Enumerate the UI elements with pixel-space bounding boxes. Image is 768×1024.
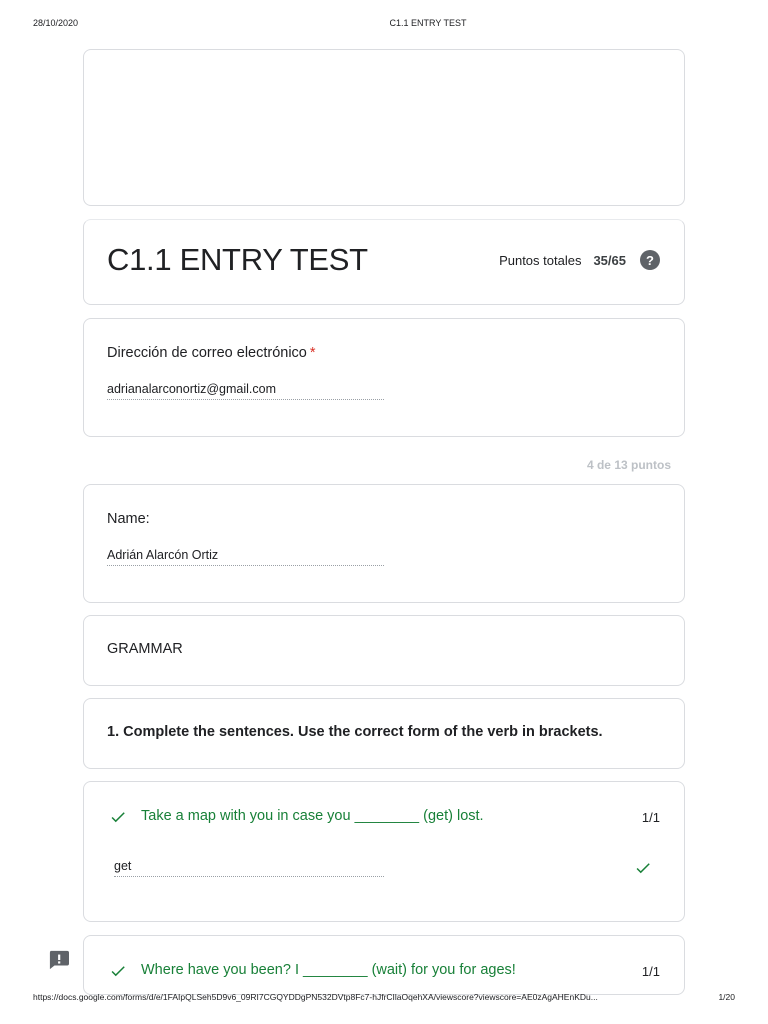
name-question-card: Name: Adrián Alarcón Ortiz [83,484,685,603]
question-text: Where have you been? I ________ (wait) f… [141,962,516,978]
question-score: 1/1 [641,964,660,979]
correct-check-icon [109,808,127,826]
email-question-label: Dirección de correo electrónico * [107,345,316,361]
print-page-number: 1/20 [718,992,735,1002]
print-title: C1.1 ENTRY TEST [389,18,467,28]
question-answer: get [114,859,384,877]
total-points: Puntos totales 35/65 ? [499,250,660,270]
email-label-text: Dirección de correo electrónico [107,345,307,361]
answer-correct-check-icon [634,859,652,877]
form-header-banner [83,49,685,206]
instruction-card: 1. Complete the sentences. Use the corre… [83,698,685,769]
feedback-icon[interactable] [48,950,70,970]
required-mark: * [309,345,316,361]
section-title: GRAMMAR [107,641,183,657]
form-title: C1.1 ENTRY TEST [107,242,368,277]
question-text: Take a map with you in case you ________… [141,808,484,824]
section-header-card: GRAMMAR [83,615,685,686]
total-points-value: 35/65 [593,252,626,268]
print-url: https://docs.google.com/forms/d/e/1FAIpQ… [33,992,598,1002]
help-icon[interactable]: ? [640,250,660,270]
section-score: 4 de 13 puntos [586,458,671,472]
email-answer: adrianalarconortiz@gmail.com [107,382,384,400]
question-score: 1/1 [641,810,660,825]
name-answer: Adrián Alarcón Ortiz [107,548,384,566]
total-points-label: Puntos totales [499,252,582,268]
print-header: 28/10/2020 C1.1 ENTRY TEST [0,18,768,32]
name-question-label: Name: [107,511,150,527]
correct-check-icon [109,962,127,980]
question-card: Take a map with you in case you ________… [83,781,685,922]
form-title-card: C1.1 ENTRY TEST Puntos totales 35/65 ? [83,219,685,305]
question-card: Where have you been? I ________ (wait) f… [83,935,685,995]
instruction-text: 1. Complete the sentences. Use the corre… [107,724,603,740]
email-question-card: Dirección de correo electrónico * adriana… [83,318,685,437]
